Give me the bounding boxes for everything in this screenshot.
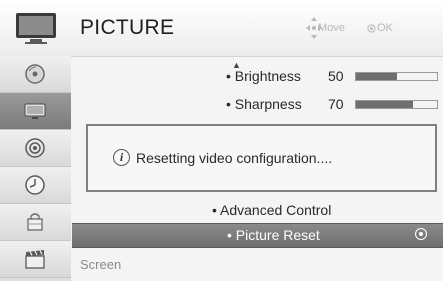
page-title: PICTURE (80, 16, 175, 39)
sharpness-value: 70 (328, 96, 344, 112)
tv-icon (16, 13, 56, 44)
reset-message-popup: i Resetting video configuration.... (86, 124, 437, 192)
sidebar-item-setup[interactable] (0, 56, 71, 93)
brightness-value: 50 (328, 68, 344, 84)
picture-settings-screen: PICTURE Move OK ▲ • Brightness 50 • Shar… (0, 0, 443, 281)
clock-icon (25, 175, 45, 195)
clapperboard-icon (25, 250, 45, 269)
popup-message: Resetting video configuration.... (136, 150, 333, 166)
speaker-icon (25, 138, 45, 158)
sidebar-item-audio[interactable] (0, 130, 71, 167)
disc-icon (25, 64, 45, 84)
sidebar-item-time[interactable] (0, 167, 71, 204)
advanced-control-item[interactable]: • Advanced Control (212, 202, 331, 218)
sharpness-label[interactable]: • Sharpness (226, 96, 302, 112)
sidebar-item-picture[interactable] (0, 93, 71, 130)
move-hint: Move (318, 22, 345, 34)
picture-reset-item[interactable]: • Picture Reset (72, 223, 443, 248)
sidebar-item-media[interactable] (0, 241, 71, 278)
menu-header: PICTURE Move OK (0, 0, 443, 57)
brightness-label[interactable]: • Brightness (226, 68, 301, 84)
brightness-slider-fill (356, 73, 397, 80)
ok-button-icon (367, 24, 376, 33)
category-sidebar (0, 56, 71, 281)
lock-icon (27, 213, 43, 231)
tv-screen-icon (24, 103, 46, 119)
ok-hint: OK (377, 22, 393, 34)
picture-reset-label: • Picture Reset (227, 227, 320, 243)
ok-select-icon (415, 228, 427, 240)
sharpness-slider-fill (356, 101, 413, 108)
brightness-slider[interactable] (355, 72, 438, 81)
screen-item[interactable]: Screen (80, 257, 121, 272)
sharpness-slider[interactable] (355, 100, 438, 109)
sidebar-item-lock[interactable] (0, 204, 71, 241)
info-icon: i (113, 149, 130, 166)
